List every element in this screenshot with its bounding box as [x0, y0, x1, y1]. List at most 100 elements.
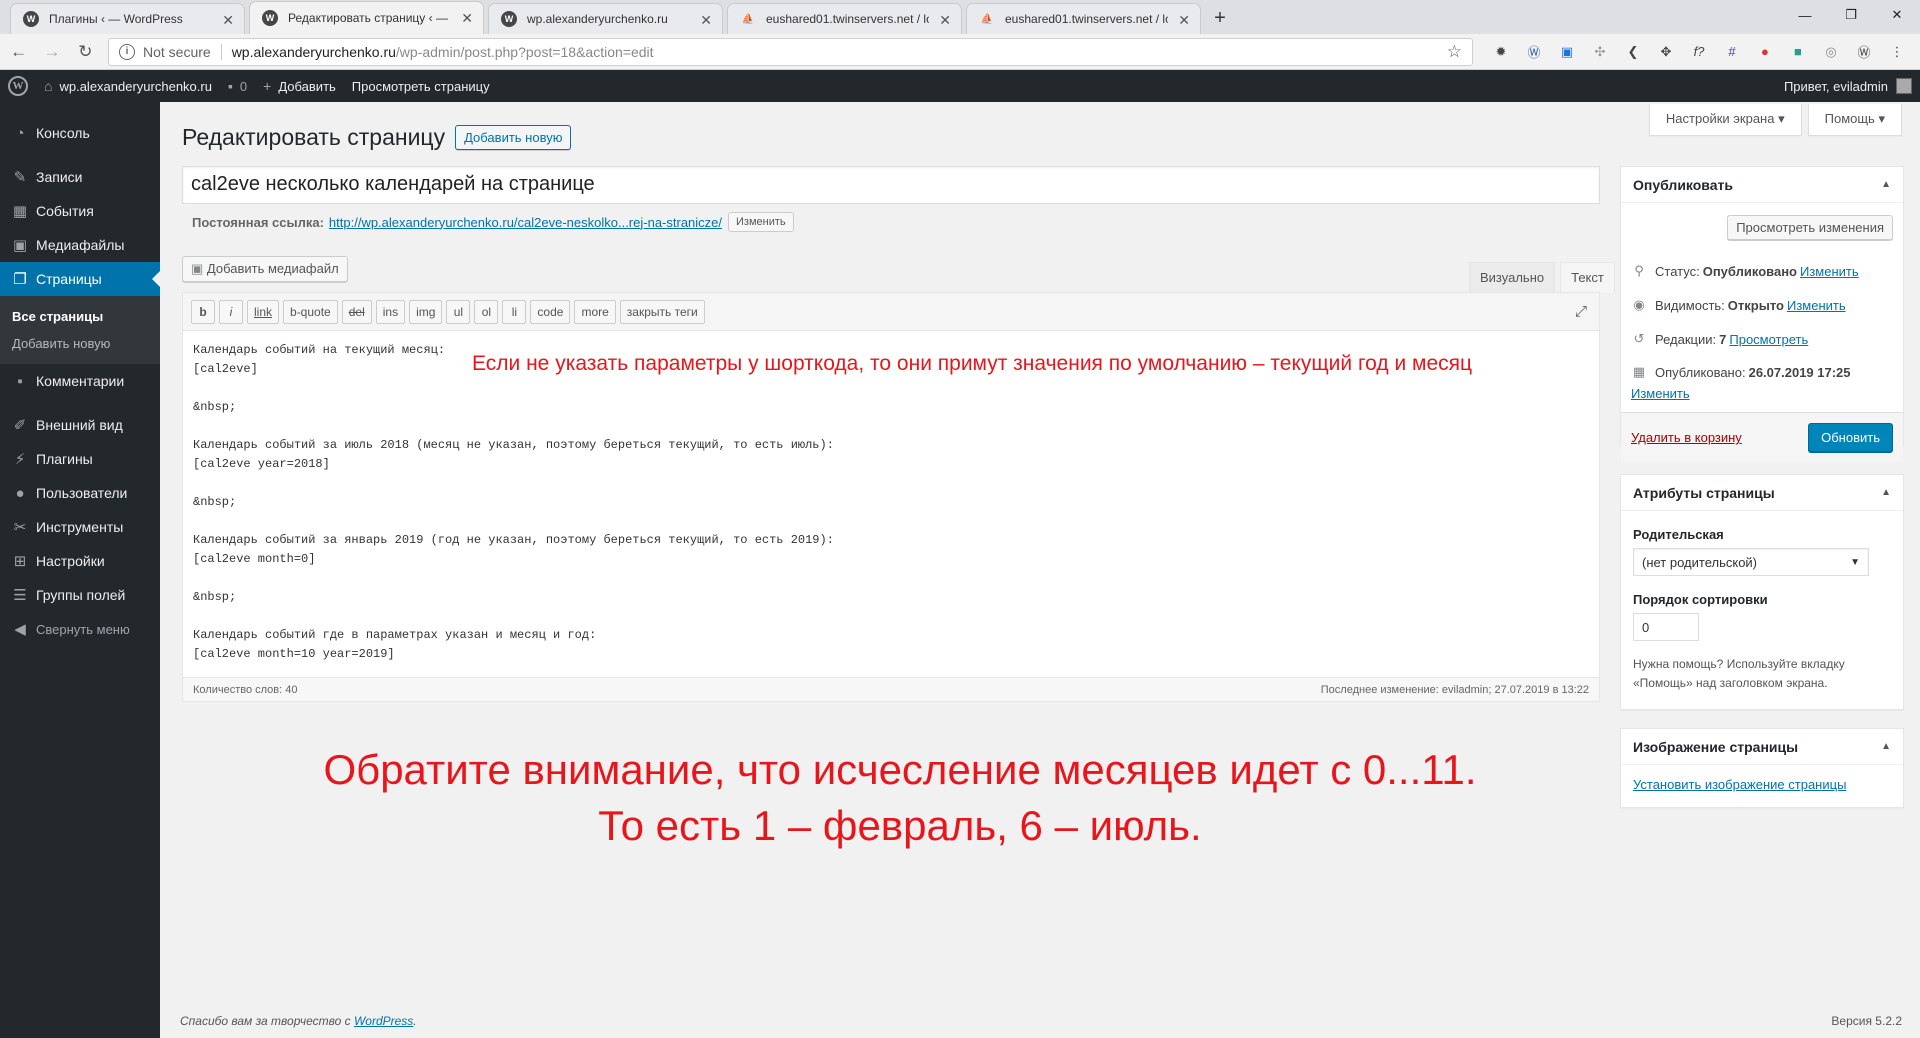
editor-statusbar: Количество слов: 40 Последнее изменение:…	[183, 677, 1599, 701]
post-title-input[interactable]: cal2eve несколько календарей на странице	[182, 166, 1600, 204]
sidebar-item-appearance[interactable]: ✐ Внешний вид	[0, 408, 160, 442]
browser-tab[interactable]: ⛵ eushared01.twinservers.net / loca ✕	[727, 3, 962, 34]
browser-tab[interactable]: ⛵ eushared01.twinservers.net / loca ✕	[966, 3, 1201, 34]
extension-grid-icon[interactable]: #	[1722, 42, 1742, 62]
sidebar-item-tools[interactable]: ✂ Инструменты	[0, 510, 160, 544]
qt-ul-button[interactable]: ul	[446, 299, 471, 324]
sidebar-item-dashboard[interactable]: ◔ Консоль	[0, 116, 160, 150]
update-button[interactable]: Обновить	[1808, 423, 1893, 452]
sidebar-item-settings[interactable]: ⊞ Настройки	[0, 544, 160, 578]
sidebar-item-posts[interactable]: ✎ Записи	[0, 160, 160, 194]
close-icon[interactable]: ✕	[939, 12, 951, 29]
qt-li-button[interactable]: li	[502, 299, 527, 324]
close-icon[interactable]: ✕	[700, 12, 712, 29]
edit-status-link[interactable]: Изменить	[1800, 264, 1859, 279]
new-tab-button[interactable]: +	[1205, 3, 1235, 33]
qt-img-button[interactable]: img	[409, 299, 443, 324]
editor-textarea[interactable]: Календарь событий на текущий месяц: [cal…	[183, 331, 1599, 665]
extension-wordpress-icon[interactable]: Ⓦ	[1854, 42, 1874, 62]
add-new-menu[interactable]: + Добавить	[255, 78, 344, 94]
extension-square-icon[interactable]: ■	[1788, 42, 1808, 62]
order-input[interactable]: 0	[1633, 613, 1699, 641]
move-to-trash-link[interactable]: Удалить в корзину	[1631, 430, 1742, 445]
qt-code-button[interactable]: code	[530, 299, 571, 324]
edit-permalink-button[interactable]: Изменить	[728, 212, 794, 232]
extension-function-icon[interactable]: f?	[1689, 42, 1709, 62]
permalink-link[interactable]: http://wp.alexanderyurchenko.ru/cal2eve-…	[329, 215, 722, 230]
caret-up-icon[interactable]: ▲	[1881, 179, 1891, 190]
add-new-page-button[interactable]: Добавить новую	[455, 125, 572, 150]
extension-gear-icon[interactable]: ✹	[1491, 42, 1511, 62]
qt-italic-button[interactable]: i	[219, 299, 243, 324]
help-button[interactable]: Помощь ▾	[1807, 104, 1902, 136]
extension-camera-icon[interactable]: ◎	[1821, 42, 1841, 62]
order-label: Порядок сортировки	[1633, 592, 1768, 607]
qt-close-tags-button[interactable]: закрыть теги	[619, 299, 705, 324]
extension-move-icon[interactable]: ✥	[1656, 42, 1676, 62]
sidebar-item-plugins[interactable]: ⚡ Плагины	[0, 442, 160, 476]
browser-tab[interactable]: W Плагины ‹ — WordPress ✕	[10, 3, 245, 34]
close-window-icon[interactable]: ✕	[1874, 0, 1920, 30]
sidebar-item-media[interactable]: ▣ Медиафайлы	[0, 228, 160, 262]
view-page-link[interactable]: Просмотреть страницу	[344, 79, 498, 94]
edit-date-link[interactable]: Изменить	[1631, 386, 1690, 401]
qt-ins-button[interactable]: ins	[375, 299, 406, 324]
extension-arrow-icon[interactable]: ❮	[1623, 42, 1643, 62]
qt-blockquote-button[interactable]: b-quote	[283, 299, 338, 324]
back-icon[interactable]: ←	[4, 37, 33, 67]
browser-tab-active[interactable]: W Редактировать страницу ‹ — W ✕	[249, 1, 484, 34]
sidebar-item-comments[interactable]: ▪ Комментарии	[0, 364, 160, 398]
view-revisions-link[interactable]: Просмотреть	[1729, 332, 1808, 347]
sidebar-item-events[interactable]: ▦ События	[0, 194, 160, 228]
tab-visual[interactable]: Визуально	[1469, 262, 1556, 293]
publish-box-header[interactable]: Опубликовать ▲	[1621, 167, 1903, 203]
wp-logo-menu[interactable]: W	[0, 76, 36, 96]
sidebar-item-field-groups[interactable]: ☰ Группы полей	[0, 578, 160, 612]
extension-w-icon[interactable]: Ⓦ	[1524, 42, 1544, 62]
close-icon[interactable]: ✕	[461, 10, 473, 27]
edit-visibility-link[interactable]: Изменить	[1787, 298, 1846, 313]
footer-thanks: Спасибо вам за творчество с	[180, 1014, 354, 1028]
forward-icon[interactable]: →	[37, 37, 66, 67]
browser-tab[interactable]: Wwp.alexanderyurchenko.ru ✕	[488, 3, 723, 34]
caret-up-icon[interactable]: ▲	[1881, 487, 1891, 498]
menu-icon[interactable]: ⋮	[1887, 42, 1907, 62]
qt-del-button[interactable]: del	[341, 299, 372, 324]
extension-puzzle-icon[interactable]: ✣	[1590, 42, 1610, 62]
screen-options-button[interactable]: Настройки экрана ▾	[1648, 104, 1802, 136]
minimize-icon[interactable]: —	[1782, 0, 1828, 30]
collapse-menu-button[interactable]: ◀ Свернуть меню	[0, 612, 160, 646]
address-bar[interactable]: i Not secure wp.alexanderyurchenko.ru/wp…	[107, 37, 1473, 66]
close-icon[interactable]: ✕	[222, 12, 234, 29]
my-account-menu[interactable]: Привет, eviladmin	[1784, 78, 1920, 94]
site-name-link[interactable]: ⌂ wp.alexanderyurchenko.ru	[36, 78, 220, 94]
pages-icon: ❐	[13, 271, 27, 288]
extension-red-icon[interactable]: ●	[1755, 42, 1775, 62]
maximize-icon[interactable]: ❐	[1828, 0, 1874, 30]
submenu-add-new[interactable]: Добавить новую	[0, 330, 160, 357]
info-icon[interactable]: i	[118, 43, 135, 60]
parent-select[interactable]: (нет родительской) ▼	[1633, 548, 1869, 576]
sidebar-item-users[interactable]: ● Пользователи	[0, 476, 160, 510]
comments-link[interactable]: ▪ 0	[220, 78, 255, 94]
reload-icon[interactable]: ↻	[71, 37, 100, 67]
bookmark-star-icon[interactable]: ☆	[1447, 42, 1462, 62]
wordpress-link[interactable]: WordPress	[354, 1014, 413, 1028]
caret-up-icon[interactable]: ▲	[1881, 741, 1891, 752]
close-icon[interactable]: ✕	[1178, 12, 1190, 29]
preview-changes-button[interactable]: Просмотреть изменения	[1727, 215, 1893, 240]
sidebar-item-pages[interactable]: ❐ Страницы	[0, 262, 160, 296]
extension-badge-icon[interactable]: ▣	[1557, 42, 1577, 62]
qt-bold-button[interactable]: b	[191, 299, 215, 324]
submenu-all-pages[interactable]: Все страницы	[0, 303, 160, 330]
page-attributes-header[interactable]: Атрибуты страницы ▲	[1621, 475, 1903, 511]
annotation-defaults: Если не указать параметры у шорткода, то…	[472, 352, 1473, 375]
tab-text[interactable]: Текст	[1560, 262, 1615, 293]
add-media-button[interactable]: ▣ Добавить медиафайл	[182, 256, 348, 282]
fullscreen-icon[interactable]: ⤢	[1575, 303, 1587, 320]
qt-link-button[interactable]: link	[247, 299, 280, 324]
qt-ol-button[interactable]: ol	[474, 299, 499, 324]
set-featured-image-link[interactable]: Установить изображение страницы	[1633, 777, 1846, 792]
featured-image-header[interactable]: Изображение страницы ▲	[1621, 729, 1903, 765]
qt-more-button[interactable]: more	[574, 299, 616, 324]
